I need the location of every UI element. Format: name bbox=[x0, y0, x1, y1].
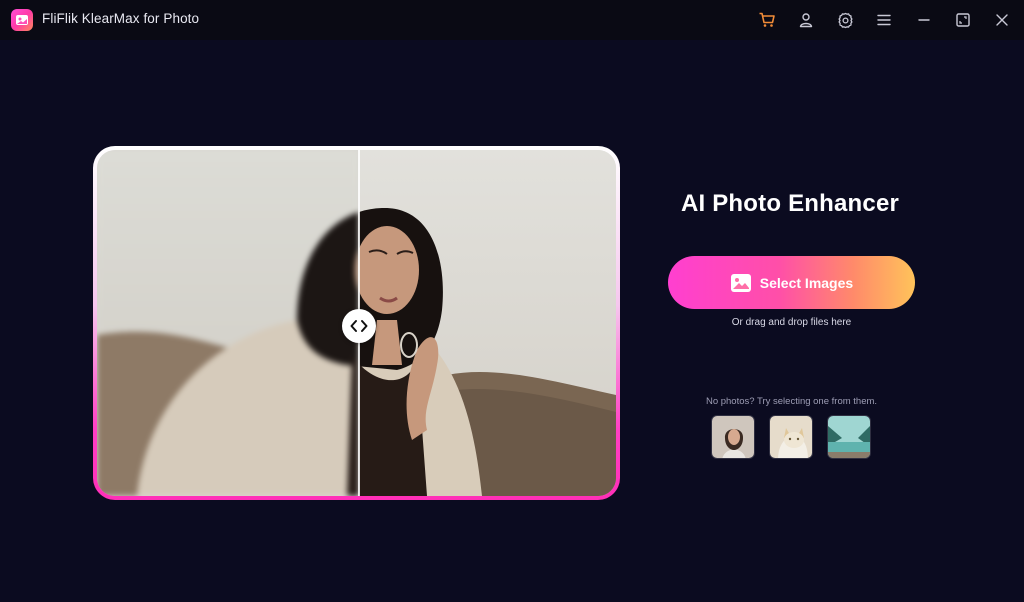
sample-thumbnail-portrait[interactable] bbox=[711, 415, 755, 459]
settings-button[interactable] bbox=[831, 6, 859, 34]
maximize-icon bbox=[956, 13, 970, 27]
sample-thumbnail-cat[interactable] bbox=[769, 415, 813, 459]
close-button[interactable] bbox=[988, 6, 1016, 34]
account-button[interactable] bbox=[792, 6, 820, 34]
minimize-button[interactable] bbox=[910, 6, 938, 34]
cart-button[interactable] bbox=[753, 6, 781, 34]
compare-slider-handle[interactable] bbox=[342, 309, 376, 343]
close-icon bbox=[996, 14, 1008, 26]
app-window: FliFlik KlearMax for Photo AI Photo Enha… bbox=[0, 0, 1024, 602]
preview-image bbox=[97, 150, 616, 496]
maximize-button[interactable] bbox=[949, 6, 977, 34]
cat-sample-image bbox=[770, 416, 812, 458]
user-icon bbox=[799, 13, 813, 28]
menu-icon bbox=[877, 14, 891, 26]
minimize-icon bbox=[918, 19, 930, 21]
app-logo bbox=[11, 9, 33, 31]
menu-button[interactable] bbox=[870, 6, 898, 34]
before-image bbox=[97, 150, 359, 496]
select-images-button[interactable]: Select Images bbox=[668, 256, 915, 309]
cart-icon bbox=[759, 12, 775, 27]
sample-thumbnail-landscape[interactable] bbox=[827, 415, 871, 459]
app-title: FliFlik KlearMax for Photo bbox=[42, 11, 200, 26]
after-image bbox=[359, 150, 616, 496]
samples-hint: No photos? Try selecting one from them. bbox=[705, 396, 878, 407]
title-bar: FliFlik KlearMax for Photo bbox=[0, 0, 1024, 40]
before-photo bbox=[97, 150, 359, 496]
gear-icon bbox=[837, 12, 853, 28]
image-icon bbox=[730, 273, 751, 292]
drag-drop-hint: Or drag and drop files here bbox=[731, 317, 852, 328]
after-photo bbox=[359, 150, 616, 496]
landscape-sample-image bbox=[828, 416, 870, 458]
portrait-sample-image bbox=[712, 416, 754, 458]
page-title: AI Photo Enhancer bbox=[680, 190, 900, 217]
select-images-label: Select Images bbox=[759, 274, 854, 291]
left-right-arrows-icon bbox=[350, 320, 368, 332]
app-logo-icon bbox=[16, 15, 28, 25]
before-after-preview bbox=[93, 146, 620, 500]
